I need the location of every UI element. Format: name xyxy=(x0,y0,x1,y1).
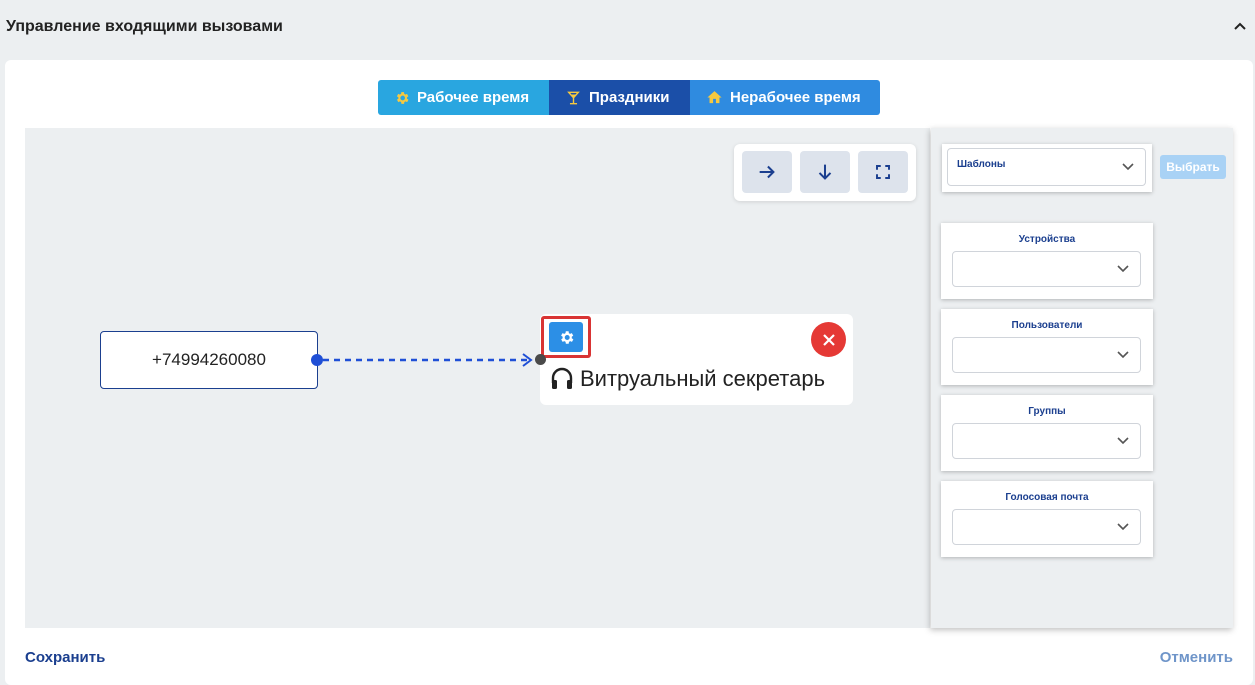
headset-icon xyxy=(551,367,573,389)
chevron-up-icon[interactable] xyxy=(1233,20,1247,34)
devices-title: Устройства xyxy=(1018,234,1076,245)
tab-working-hours[interactable]: Рабочее время xyxy=(378,80,549,115)
cocktail-icon xyxy=(567,91,580,104)
devices-group: Устройства xyxy=(941,223,1153,299)
schedule-tabs: Рабочее время Праздники Нерабочее время xyxy=(378,80,880,115)
groups-title: Группы xyxy=(1028,406,1066,417)
users-group: Пользователи xyxy=(941,309,1153,385)
voicemail-select[interactable] xyxy=(952,509,1141,545)
virtual-secretary-label-row: Витруальный секретарь xyxy=(550,366,825,392)
templates-box: Шаблоны xyxy=(942,144,1152,192)
tab-holidays[interactable]: Праздники xyxy=(549,80,690,115)
tab-non-working-hours-label: Нерабочее время xyxy=(730,89,861,106)
tab-holidays-label: Праздники xyxy=(589,89,670,106)
pick-template-button[interactable]: Выбрать xyxy=(1160,155,1226,179)
node-settings-button[interactable] xyxy=(549,322,583,352)
section-title: Управление входящими вызовами xyxy=(6,18,283,35)
templates-select[interactable]: Шаблоны xyxy=(947,148,1146,186)
components-sidebar: Шаблоны Выбрать Устройства Пользователи xyxy=(931,128,1233,628)
voicemail-group: Голосовая почта xyxy=(941,481,1153,557)
voicemail-title: Голосовая почта xyxy=(1005,492,1089,503)
settings-highlight xyxy=(541,316,591,358)
gear-icon xyxy=(560,330,573,344)
section-header[interactable]: Управление входящими вызовами xyxy=(0,0,1255,56)
gear-icon xyxy=(396,91,409,104)
users-select[interactable] xyxy=(952,337,1141,373)
save-button[interactable]: Сохранить xyxy=(25,649,105,666)
tab-non-working-hours[interactable]: Нерабочее время xyxy=(690,80,880,115)
virtual-secretary-input-handle[interactable] xyxy=(535,354,546,365)
groups-group: Группы xyxy=(941,395,1153,471)
phone-node-output-handle[interactable] xyxy=(311,354,323,366)
flow-canvas[interactable]: +74994260080 Витруальный секретарь xyxy=(25,128,930,628)
phone-number-node[interactable]: +74994260080 xyxy=(100,331,318,389)
chevron-down-icon xyxy=(1117,523,1129,531)
virtual-secretary-node[interactable]: Витруальный секретарь xyxy=(540,314,853,405)
tab-working-hours-label: Рабочее время xyxy=(417,89,530,106)
devices-select[interactable] xyxy=(952,251,1141,287)
templates-label: Шаблоны xyxy=(957,159,1006,170)
chevron-down-icon xyxy=(1122,163,1134,171)
chevron-down-icon xyxy=(1117,351,1129,359)
call-flow-panel: Рабочее время Праздники Нерабочее время xyxy=(5,60,1253,685)
users-title: Пользователи xyxy=(1011,320,1083,331)
close-icon xyxy=(822,333,835,346)
phone-number-text: +74994260080 xyxy=(152,350,266,369)
chevron-down-icon xyxy=(1117,265,1129,273)
cancel-button[interactable]: Отменить xyxy=(1160,649,1233,666)
node-delete-button[interactable] xyxy=(811,322,846,357)
groups-select[interactable] xyxy=(952,423,1141,459)
home-icon xyxy=(707,91,722,104)
chevron-down-icon xyxy=(1117,437,1129,445)
virtual-secretary-text: Витруальный секретарь xyxy=(580,366,826,391)
